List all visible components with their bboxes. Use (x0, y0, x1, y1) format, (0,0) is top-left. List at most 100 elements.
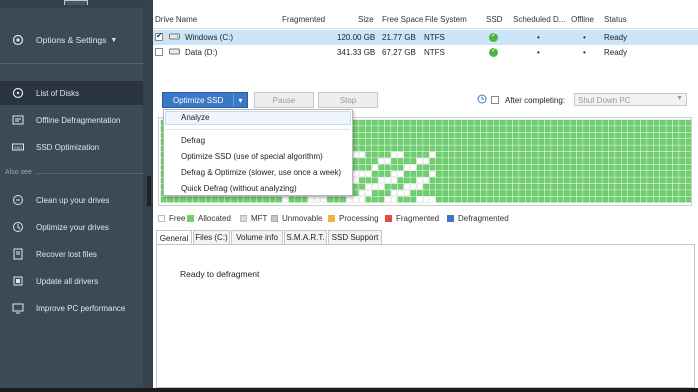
stop-button[interactable]: Stop (318, 92, 378, 108)
cluster-cell (634, 132, 641, 139)
menu-item-defrag[interactable]: Defrag (181, 136, 205, 145)
after-completing-select[interactable]: Shut Down PC ▼ (574, 93, 687, 106)
column-status[interactable]: Status (604, 15, 627, 24)
cluster-cell (551, 145, 557, 152)
column-size[interactable]: Size (358, 15, 374, 24)
cluster-cell (448, 139, 455, 145)
cluster-cell (685, 126, 691, 132)
cluster-cell (371, 183, 378, 190)
sidebar-item-optimize[interactable]: Optimize your drives (0, 215, 143, 239)
cluster-cell (647, 171, 653, 177)
tab-smart[interactable]: S.M.A.R.T. (284, 230, 327, 244)
options-settings-menu[interactable]: Options & Settings ▼ (0, 28, 143, 52)
cluster-cell (461, 190, 468, 197)
chevron-down-icon[interactable]: ▾ (233, 93, 247, 107)
cluster-cell (576, 132, 583, 139)
sidebar-item-recover[interactable]: Recover lost files (0, 242, 143, 266)
cluster-cell (544, 145, 551, 152)
chevron-down-icon: ▼ (110, 36, 118, 44)
cluster-cell (403, 177, 410, 184)
cluster-cell (621, 196, 628, 203)
cluster-cell (589, 177, 596, 184)
column-scheduled[interactable]: Scheduled D... (513, 15, 565, 24)
cluster-cell (455, 158, 461, 165)
cluster-cell (397, 183, 404, 190)
cluster-cell (589, 158, 596, 165)
cluster-cell (442, 119, 449, 126)
cluster-cell (557, 119, 564, 126)
sidebar-item-ssd-optimization[interactable]: SSD SSD Optimization (0, 135, 143, 159)
cluster-cell (615, 132, 621, 139)
cluster-cell (416, 158, 423, 165)
cluster-cell (468, 196, 474, 203)
cluster-cell (263, 196, 270, 203)
menu-item-analyze[interactable]: Analyze (181, 113, 209, 122)
cluster-cell (359, 151, 365, 158)
cluster-cell (532, 119, 538, 126)
sidebar-item-cleanup[interactable]: Clean up your drives (0, 188, 143, 212)
tab-general[interactable]: General (156, 230, 192, 245)
cluster-cell (576, 119, 583, 126)
sidebar-top-tab[interactable] (64, 0, 88, 5)
cluster-cell (487, 164, 493, 171)
table-row[interactable]: Data (D:) 341.33 GB 67.27 GB NTFS • • Re… (153, 45, 698, 60)
legend-allocated: Allocated (187, 214, 231, 223)
cluster-cell (685, 183, 691, 190)
sidebar-item-performance[interactable]: Improve PC performance (0, 296, 143, 320)
cluster-cell (628, 183, 634, 190)
menu-item-defrag-optimize[interactable]: Defrag & Optimize (slower, use once a we… (181, 168, 341, 177)
cluster-cell (653, 151, 660, 158)
table-row[interactable]: Windows (C:) 120.00 GB 21.77 GB NTFS • •… (153, 30, 698, 45)
cluster-cell (551, 196, 557, 203)
column-file-system[interactable]: File System (425, 15, 467, 24)
cluster-cell (576, 139, 583, 145)
timer-icon[interactable] (477, 94, 487, 104)
column-drive-name[interactable]: Drive Name (155, 15, 197, 24)
cluster-cell (487, 132, 493, 139)
cluster-cell (455, 164, 461, 171)
column-ssd[interactable]: SSD (486, 15, 502, 24)
cluster-cell (570, 139, 577, 145)
optimize-ssd-button[interactable]: Optimize SSD ▾ (162, 92, 248, 108)
tab-files[interactable]: Files (C:) (193, 230, 230, 244)
tab-volume-info[interactable]: Volume info (231, 230, 283, 244)
cluster-cell (640, 177, 647, 184)
cluster-cell (403, 119, 410, 126)
cluster-cell (583, 151, 589, 158)
sidebar-item-offline-defrag[interactable]: Offline Defragmentation (0, 108, 143, 132)
menu-item-quick-defrag[interactable]: Quick Defrag (without analyzing) (181, 184, 297, 193)
pause-button[interactable]: Pause (254, 92, 314, 108)
cluster-cell (256, 196, 263, 203)
cluster-cell (410, 145, 417, 152)
cluster-cell (416, 151, 423, 158)
menu-item-optimize-ssd[interactable]: Optimize SSD (use of special algorithm) (181, 152, 323, 161)
cluster-cell (359, 171, 365, 177)
tab-ssd-support[interactable]: SSD Support (328, 230, 382, 244)
column-free-space[interactable]: Free Space (382, 15, 423, 24)
cluster-cell (679, 171, 686, 177)
cluster-cell (500, 190, 506, 197)
cluster-cell (352, 145, 359, 152)
row-checkbox[interactable] (155, 31, 163, 41)
cluster-cell (391, 164, 397, 171)
sidebar: Options & Settings ▼ List of Disks Offli… (0, 0, 153, 388)
sidebar-item-list-of-disks[interactable]: List of Disks (0, 81, 143, 105)
cluster-cell (468, 190, 474, 197)
cluster-cell (403, 145, 410, 152)
column-fragmented[interactable]: Fragmented (282, 15, 325, 24)
after-completing-checkbox[interactable] (491, 96, 499, 104)
row-checkbox[interactable] (155, 48, 163, 56)
cluster-cell (640, 126, 647, 132)
cluster-cell (557, 177, 564, 184)
cluster-cell (685, 164, 691, 171)
cluster-cell (384, 132, 391, 139)
splitter-grip[interactable] (147, 176, 151, 206)
cluster-cell (634, 190, 641, 197)
legend-label: Free (169, 214, 186, 223)
sidebar-item-drivers[interactable]: Update all drivers (0, 269, 143, 293)
cluster-cell (429, 177, 436, 184)
cluster-cell (397, 158, 404, 165)
column-offline[interactable]: Offline (571, 15, 594, 24)
legend-swatch (271, 215, 278, 222)
cluster-cell (570, 158, 577, 165)
